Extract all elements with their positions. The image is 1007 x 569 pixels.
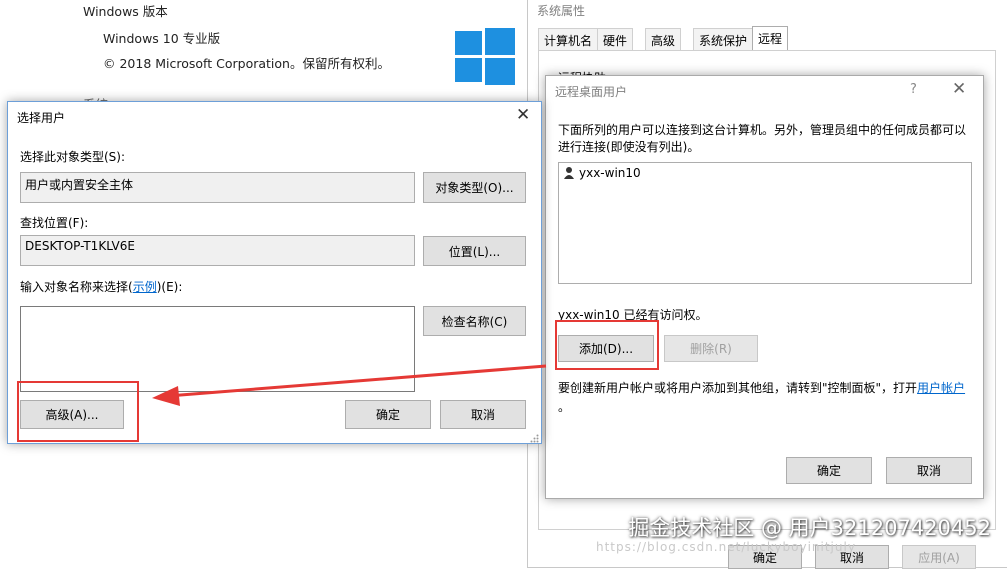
watermark-text: 掘金技术社区 @ 用户321207420452 [628, 516, 991, 540]
watermark-url: https://blog.csdn.net/luckyboyinitjuly [596, 540, 856, 554]
annotation-arrow-icon [152, 364, 547, 406]
